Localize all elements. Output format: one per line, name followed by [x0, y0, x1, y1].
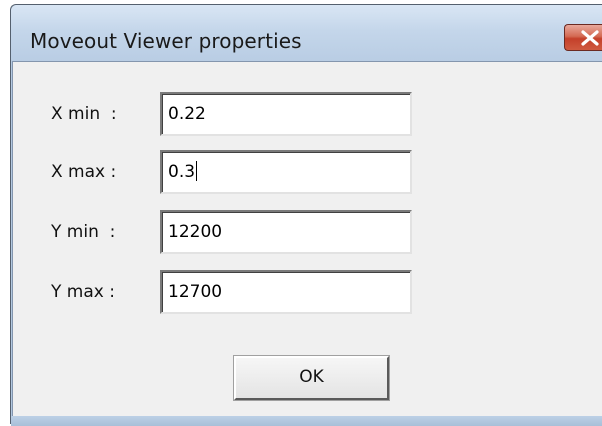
x-max-label: X max : — [51, 162, 117, 182]
window-bottom-border — [11, 416, 602, 426]
y-max-label: Y max : — [51, 282, 115, 302]
y-min-label: Y min : — [51, 222, 116, 242]
text-caret — [196, 161, 198, 181]
ok-button[interactable]: OK — [233, 355, 390, 401]
x-max-value: 0.3 — [168, 162, 196, 182]
close-icon — [581, 30, 599, 46]
y-min-input[interactable]: 12200 — [160, 210, 412, 254]
dialog-title: Moveout Viewer properties — [30, 29, 302, 53]
x-min-input[interactable]: 0.22 — [160, 92, 412, 136]
dialog-body: X min : 0.22 X max : 0.3 Y min : 12200 Y… — [12, 61, 602, 416]
title-bar[interactable]: Moveout Viewer properties — [11, 5, 602, 61]
properties-dialog: Moveout Viewer properties X min : 0.22 X… — [10, 4, 602, 426]
y-max-input[interactable]: 12700 — [160, 270, 412, 314]
x-max-input[interactable]: 0.3 — [160, 150, 412, 194]
close-button[interactable] — [564, 24, 602, 51]
x-min-label: X min : — [51, 104, 117, 124]
